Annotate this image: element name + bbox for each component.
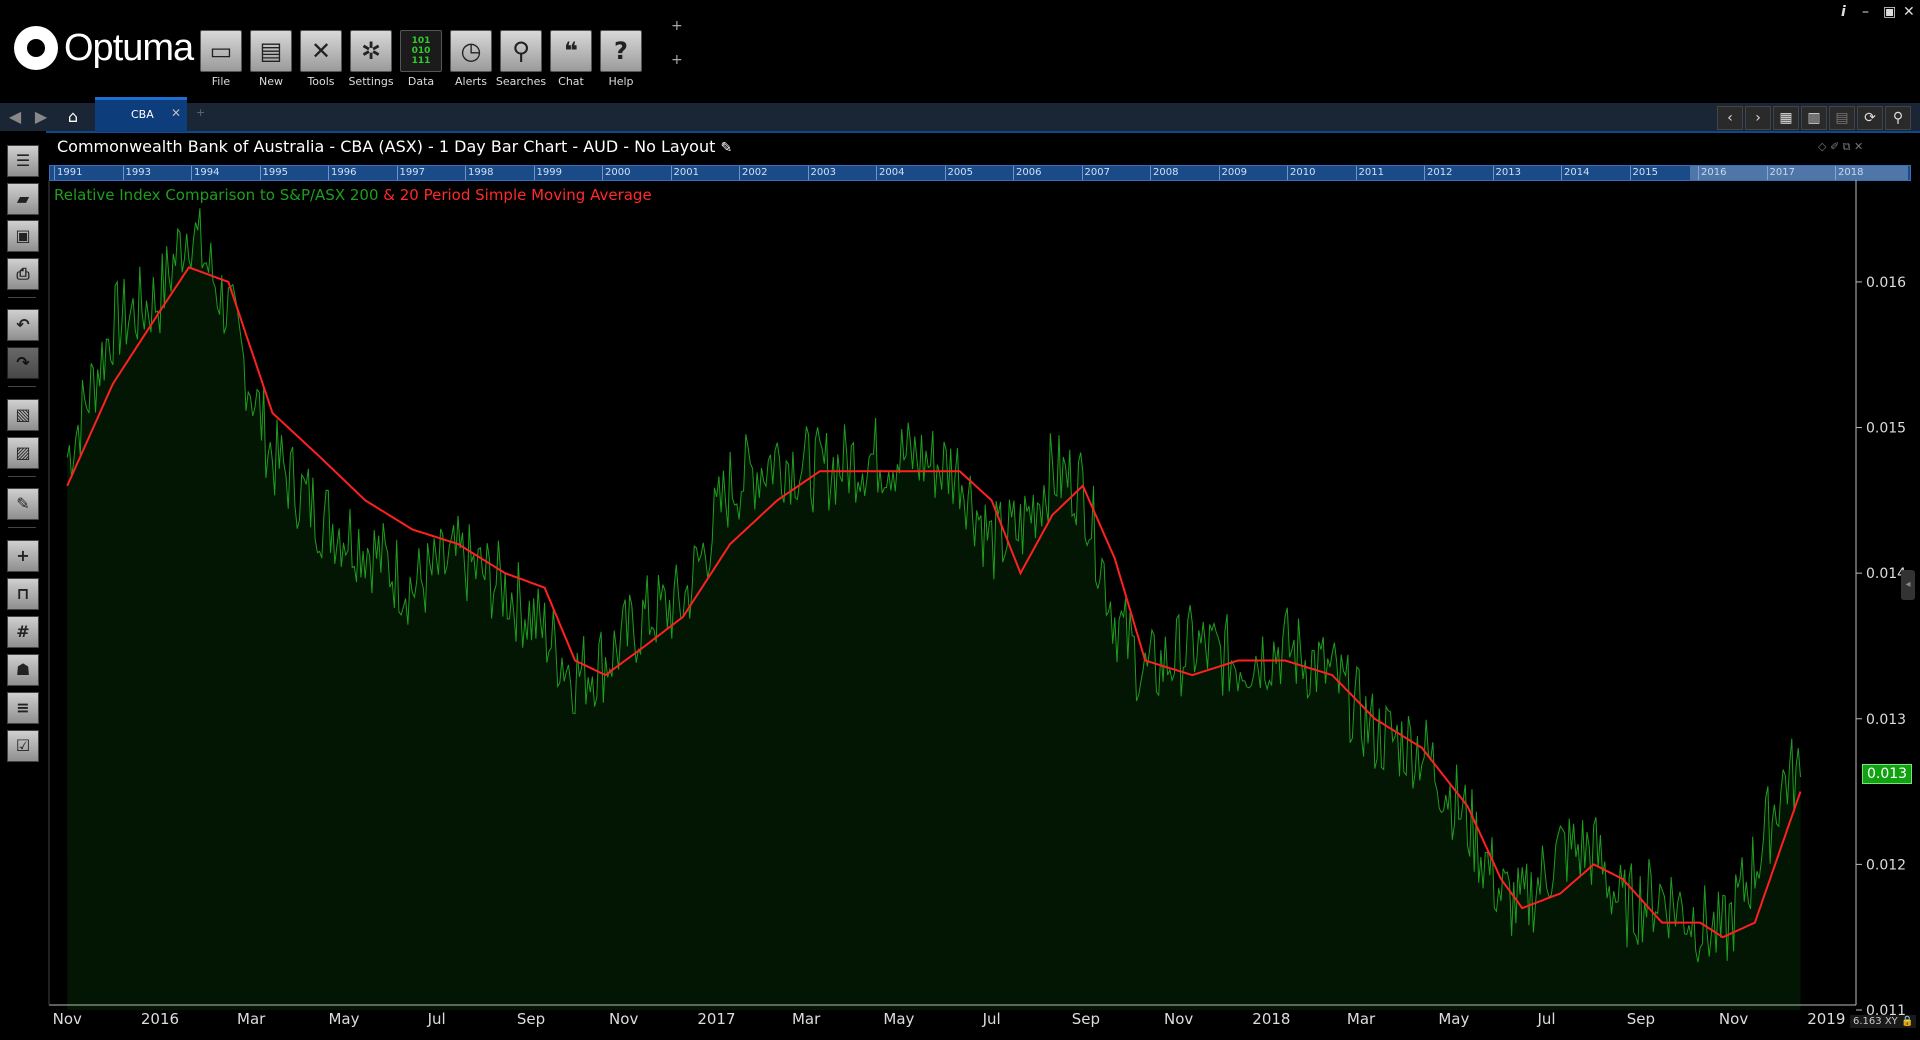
x-tick-label: Sep [1072,1010,1100,1028]
last-value-label: 0.013 [1862,764,1913,784]
x-tick-label: Nov [609,1010,638,1028]
y-tick-label: 0.016 [1866,275,1906,291]
x-tick-label: 2018 [1252,1010,1290,1028]
x-tick-label: Sep [517,1010,545,1028]
cursor-readout: 6.163 XY 🔒 [1850,1015,1917,1028]
x-tick-label: May [1438,1010,1469,1028]
y-tick-label: 0.015 [1866,421,1906,437]
x-tick-label: Mar [1347,1010,1376,1028]
x-tick-label: May [883,1010,914,1028]
x-tick-label: Jul [982,1010,1001,1028]
x-tick-label: 2016 [141,1010,179,1028]
x-tick-label: Jul [1537,1010,1556,1028]
expand-panel-handle[interactable]: ◂ [1901,570,1915,600]
x-tick-label: Nov [53,1010,82,1028]
y-tick-label: 0.013 [1866,712,1906,728]
x-tick-label: 2019 [1807,1010,1845,1028]
x-tick-label: 2017 [697,1010,735,1028]
x-tick-label: Sep [1627,1010,1655,1028]
x-tick-label: Mar [237,1010,266,1028]
x-tick-label: May [328,1010,359,1028]
x-tick-label: Mar [792,1010,821,1028]
x-tick-label: Jul [427,1010,446,1028]
x-tick-label: Nov [1719,1010,1748,1028]
y-tick-label: 0.012 [1866,857,1906,873]
chart-axes: 0.0160.0150.0140.0130.0120.011Nov 2016 Mar… [48,180,1906,1028]
x-tick-label: Nov [1164,1010,1193,1028]
